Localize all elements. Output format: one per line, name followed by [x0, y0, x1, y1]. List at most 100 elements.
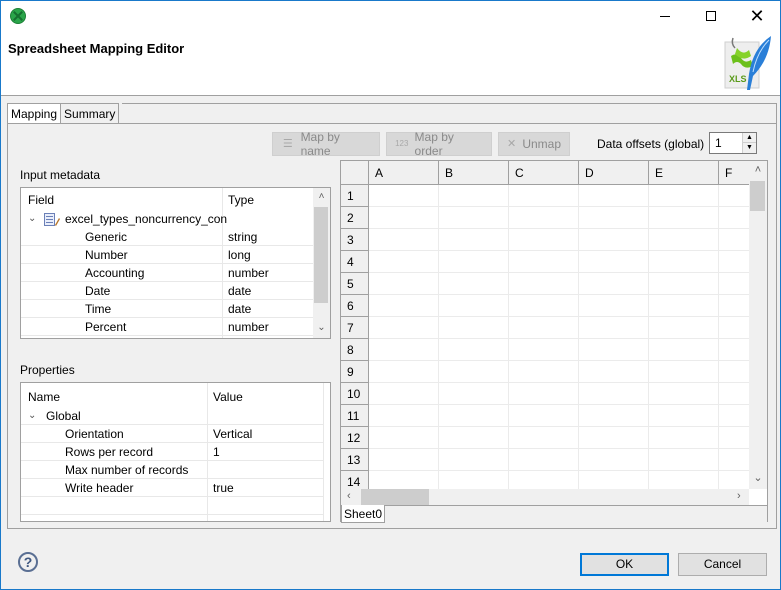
sheet-vscroll[interactable]: ˄ ⌄ — [749, 161, 767, 489]
row-header[interactable]: 1 — [341, 185, 369, 207]
sheet-cell[interactable] — [439, 405, 509, 427]
scroll-down-arrow[interactable]: ⌄ — [313, 322, 330, 333]
sheet-cell[interactable] — [579, 405, 649, 427]
row-header[interactable]: 4 — [341, 251, 369, 273]
sheet-cell[interactable] — [719, 295, 749, 317]
sheet-cell[interactable] — [719, 251, 749, 273]
sheet-cell[interactable] — [649, 449, 719, 471]
row-header[interactable]: 14 — [341, 471, 369, 489]
sheet-cell[interactable] — [649, 427, 719, 449]
sheet-cell[interactable] — [579, 273, 649, 295]
property-row[interactable]: Max number of records — [21, 461, 323, 479]
sheet-cell[interactable] — [509, 449, 579, 471]
chevron-down-icon[interactable]: ⌄ — [28, 213, 36, 224]
row-header[interactable]: 3 — [341, 229, 369, 251]
sheet-cell[interactable] — [509, 185, 579, 207]
sheet-cell[interactable] — [439, 251, 509, 273]
property-value[interactable]: true — [213, 481, 234, 495]
sheet-cell[interactable] — [579, 361, 649, 383]
corner-header[interactable] — [341, 161, 369, 185]
sheet-cell[interactable] — [439, 339, 509, 361]
property-row[interactable]: Orientation Vertical — [21, 425, 323, 443]
row-header[interactable]: 10 — [341, 383, 369, 405]
sheet-cell[interactable] — [369, 405, 439, 427]
sheet-cell[interactable] — [649, 185, 719, 207]
sheet-cell[interactable] — [719, 427, 749, 449]
tree-row-root[interactable]: ⌄ excel_types_noncurrency_con — [21, 210, 313, 228]
property-value[interactable]: Vertical — [213, 427, 252, 441]
ok-button[interactable]: OK — [580, 553, 669, 576]
column-header[interactable]: A — [369, 161, 439, 185]
scroll-left-arrow[interactable]: ‹ — [347, 490, 351, 502]
sheet-cell[interactable] — [509, 471, 579, 489]
sheet-cell[interactable] — [719, 449, 749, 471]
cancel-button[interactable]: Cancel — [678, 553, 767, 576]
spin-down-button[interactable]: ▼ — [743, 143, 756, 153]
sheet-cell[interactable] — [369, 207, 439, 229]
sheet-tab[interactable]: Sheet0 — [341, 505, 386, 523]
sheet-cell[interactable] — [579, 185, 649, 207]
sheet-cell[interactable] — [439, 295, 509, 317]
sheet-cell[interactable] — [579, 251, 649, 273]
chevron-down-icon[interactable]: ⌄ — [28, 410, 36, 421]
sheet-cell[interactable] — [369, 427, 439, 449]
tab-summary[interactable]: Summary — [60, 103, 120, 124]
sheet-cell[interactable] — [649, 361, 719, 383]
sheet-cell[interactable] — [369, 229, 439, 251]
column-header[interactable]: F — [719, 161, 749, 185]
sheet-cell[interactable] — [509, 251, 579, 273]
sheet-cell[interactable] — [579, 449, 649, 471]
minimize-button[interactable] — [642, 1, 688, 31]
sheet-cell[interactable] — [579, 427, 649, 449]
tab-mapping[interactable]: Mapping — [7, 103, 62, 125]
row-header[interactable]: 8 — [341, 339, 369, 361]
sheet-cell[interactable] — [369, 295, 439, 317]
map-by-order-button[interactable]: 123 Map by order — [386, 130, 492, 158]
sheet-cell[interactable] — [649, 273, 719, 295]
scroll-up-arrow[interactable]: ˄ — [313, 191, 330, 202]
sheet-cell[interactable] — [719, 339, 749, 361]
sheet-cell[interactable] — [439, 207, 509, 229]
row-header[interactable]: 5 — [341, 273, 369, 295]
tree-row[interactable]: Number long — [21, 246, 313, 264]
scroll-thumb[interactable] — [750, 181, 765, 211]
input-metadata-vscroll[interactable]: ˄ ⌄ — [313, 188, 330, 338]
tree-row[interactable]: Date date — [21, 282, 313, 300]
sheet-cell[interactable] — [509, 317, 579, 339]
property-row[interactable]: Write header true — [21, 479, 323, 497]
scroll-thumb[interactable] — [361, 489, 429, 505]
tree-row[interactable]: Time date — [21, 300, 313, 318]
sheet-cell[interactable] — [719, 317, 749, 339]
sheet-cell[interactable] — [579, 339, 649, 361]
column-header[interactable]: C — [509, 161, 579, 185]
sheet-cell[interactable] — [579, 317, 649, 339]
sheet-cell[interactable] — [719, 361, 749, 383]
sheet-cell[interactable] — [369, 361, 439, 383]
map-by-name-button[interactable]: ☰ Map by name — [272, 130, 380, 158]
sheet-cell[interactable] — [369, 339, 439, 361]
scroll-right-arrow[interactable]: › — [737, 490, 741, 502]
sheet-cell[interactable] — [509, 229, 579, 251]
row-header[interactable]: 9 — [341, 361, 369, 383]
sheet-cell[interactable] — [579, 383, 649, 405]
data-offsets-spinner[interactable]: 1 ▲ ▼ — [709, 132, 757, 154]
scroll-down-arrow[interactable]: ⌄ — [749, 471, 767, 484]
sheet-cell[interactable] — [369, 185, 439, 207]
sheet-cell[interactable] — [509, 273, 579, 295]
sheet-cell[interactable] — [369, 273, 439, 295]
row-header[interactable]: 7 — [341, 317, 369, 339]
sheet-cell[interactable] — [649, 207, 719, 229]
sheet-cell[interactable] — [369, 317, 439, 339]
sheet-cell[interactable] — [649, 405, 719, 427]
sheet-cell[interactable] — [509, 339, 579, 361]
sheet-cell[interactable] — [719, 405, 749, 427]
sheet-cell[interactable] — [439, 449, 509, 471]
sheet-cell[interactable] — [649, 295, 719, 317]
column-header[interactable]: B — [439, 161, 509, 185]
sheet-hscroll[interactable]: ‹ › — [341, 489, 749, 505]
sheet-cell[interactable] — [649, 471, 719, 489]
sheet-cell[interactable] — [649, 229, 719, 251]
row-header[interactable]: 2 — [341, 207, 369, 229]
scroll-thumb[interactable] — [314, 207, 328, 303]
sheet-cell[interactable] — [509, 383, 579, 405]
